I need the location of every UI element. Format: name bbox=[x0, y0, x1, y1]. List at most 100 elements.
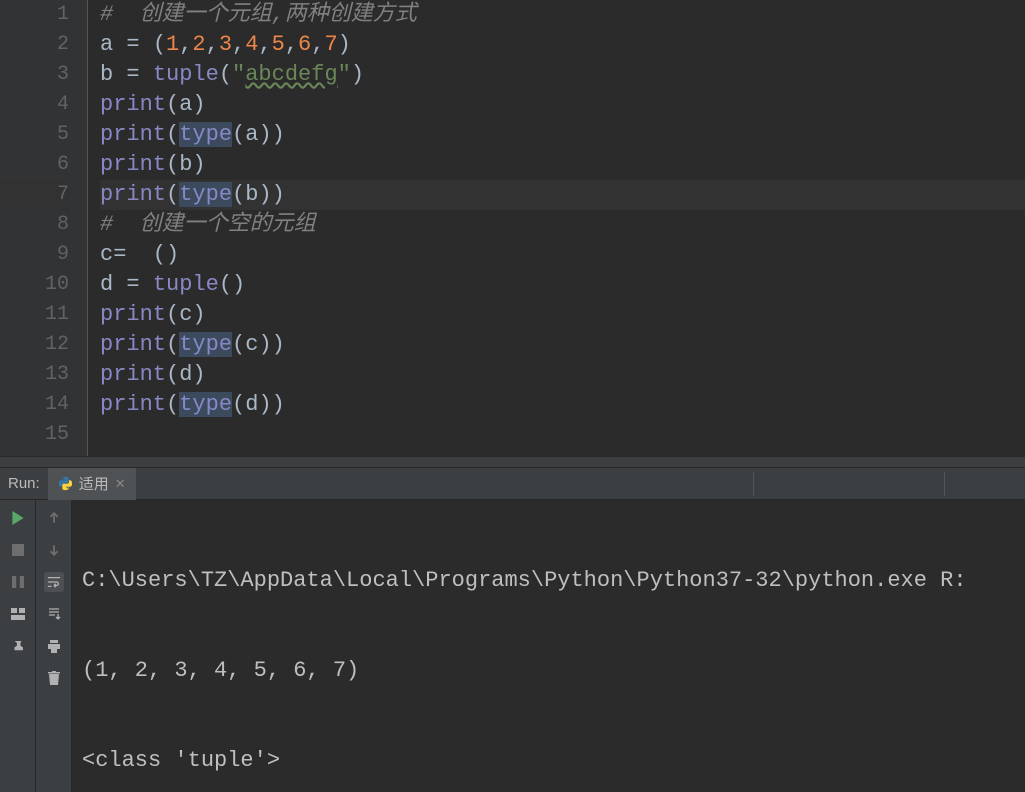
code-line-8[interactable]: # 创建一个空的元组 bbox=[100, 210, 1025, 240]
line-number: 4 bbox=[0, 90, 69, 120]
builtin-print: print bbox=[100, 362, 166, 387]
builtin-type: type bbox=[179, 392, 232, 417]
paren: ( bbox=[166, 392, 179, 417]
line-number: 6 bbox=[0, 150, 69, 180]
paren: ) bbox=[272, 392, 285, 417]
code-line-6[interactable]: print(b) bbox=[100, 150, 1025, 180]
builtin-type: type bbox=[179, 122, 232, 147]
arrow-up-icon[interactable] bbox=[44, 508, 64, 528]
code-line-15[interactable] bbox=[100, 420, 1025, 450]
comma: , bbox=[206, 32, 219, 57]
print-icon[interactable] bbox=[44, 636, 64, 656]
number: 6 bbox=[298, 32, 311, 57]
code-line-2[interactable]: a = (1,2,3,4,5,6,7) bbox=[100, 30, 1025, 60]
code-line-12[interactable]: print(type(c)) bbox=[100, 330, 1025, 360]
code-line-3[interactable]: b = tuple("abcdefg") bbox=[100, 60, 1025, 90]
code-line-5[interactable]: print(type(a)) bbox=[100, 120, 1025, 150]
line-number: 11 bbox=[0, 300, 69, 330]
paren: ) bbox=[258, 392, 271, 417]
close-icon[interactable]: ✕ bbox=[115, 476, 126, 492]
line-number: 12 bbox=[0, 330, 69, 360]
number: 5 bbox=[272, 32, 285, 57]
tab-divider bbox=[944, 472, 945, 496]
comment-text: # 创建一个元组,两种创建方式 bbox=[100, 2, 417, 27]
line-number: 10 bbox=[0, 270, 69, 300]
scroll-to-end-icon[interactable] bbox=[44, 604, 64, 624]
operator: = bbox=[113, 62, 153, 87]
run-tab-name: 适用 bbox=[79, 473, 109, 494]
paren: ) bbox=[272, 122, 285, 147]
run-panel-header: Run: 适用 ✕ bbox=[0, 468, 1025, 500]
pause-icon[interactable] bbox=[8, 572, 28, 592]
code-editor[interactable]: # 创建一个元组,两种创建方式 a = (1,2,3,4,5,6,7) b = … bbox=[88, 0, 1025, 456]
identifier: a bbox=[245, 122, 258, 147]
code-line-11[interactable]: print(c) bbox=[100, 300, 1025, 330]
code-line-7[interactable]: print(type(b)) bbox=[100, 180, 1025, 210]
number: 7 bbox=[324, 32, 337, 57]
number: 2 bbox=[192, 32, 205, 57]
console-output[interactable]: C:\Users\TZ\AppData\Local\Programs\Pytho… bbox=[72, 500, 1025, 792]
identifier: b bbox=[100, 62, 113, 87]
paren: ) bbox=[272, 182, 285, 207]
rerun-icon[interactable] bbox=[8, 508, 28, 528]
builtin-print: print bbox=[100, 392, 166, 417]
builtin-tuple: tuple bbox=[153, 62, 219, 87]
trash-icon[interactable] bbox=[44, 668, 64, 688]
comma: , bbox=[311, 32, 324, 57]
identifier: d bbox=[179, 362, 192, 387]
paren: ( bbox=[166, 152, 179, 177]
run-tab[interactable]: 适用 ✕ bbox=[48, 468, 136, 500]
code-line-1[interactable]: # 创建一个元组,两种创建方式 bbox=[100, 0, 1025, 30]
paren: ) bbox=[192, 92, 205, 117]
builtin-tuple: tuple bbox=[153, 272, 219, 297]
arrow-down-icon[interactable] bbox=[44, 540, 64, 560]
builtin-print: print bbox=[100, 122, 166, 147]
builtin-print: print bbox=[100, 182, 166, 207]
paren: ( bbox=[166, 332, 179, 357]
comma: , bbox=[258, 32, 271, 57]
paren: ) bbox=[258, 182, 271, 207]
code-line-4[interactable]: print(a) bbox=[100, 90, 1025, 120]
identifier: c bbox=[245, 332, 258, 357]
line-number: 5 bbox=[0, 120, 69, 150]
paren: ) bbox=[351, 62, 364, 87]
line-number: 15 bbox=[0, 420, 69, 450]
paren: ( bbox=[153, 32, 166, 57]
identifier: b bbox=[179, 152, 192, 177]
number: 4 bbox=[245, 32, 258, 57]
identifier: c bbox=[179, 302, 192, 327]
code-line-10[interactable]: d = tuple() bbox=[100, 270, 1025, 300]
line-number: 1 bbox=[0, 0, 69, 30]
code-line-13[interactable]: print(d) bbox=[100, 360, 1025, 390]
code-line-14[interactable]: print(type(d)) bbox=[100, 390, 1025, 420]
paren: ) bbox=[258, 122, 271, 147]
quote: " bbox=[232, 62, 245, 87]
paren: ( bbox=[219, 272, 232, 297]
number: 3 bbox=[219, 32, 232, 57]
paren: ( bbox=[219, 62, 232, 87]
builtin-type: type bbox=[179, 332, 232, 357]
paren: ( bbox=[166, 362, 179, 387]
paren: ) bbox=[192, 362, 205, 387]
stop-icon[interactable] bbox=[8, 540, 28, 560]
paren: ( bbox=[232, 182, 245, 207]
console-toolbar-left bbox=[0, 500, 36, 792]
line-gutter: 1 2 3 4 5 6 7 8 9 10 11 12 13 14 15 bbox=[0, 0, 88, 456]
paren: ) bbox=[272, 332, 285, 357]
builtin-print: print bbox=[100, 302, 166, 327]
identifier: d bbox=[100, 272, 113, 297]
operator: = bbox=[113, 272, 153, 297]
soft-wrap-icon[interactable] bbox=[44, 572, 64, 592]
builtin-print: print bbox=[100, 152, 166, 177]
operator: = bbox=[113, 32, 153, 57]
line-number: 2 bbox=[0, 30, 69, 60]
identifier: a bbox=[100, 32, 113, 57]
layout-icon[interactable] bbox=[8, 604, 28, 624]
editor-area: 1 2 3 4 5 6 7 8 9 10 11 12 13 14 15 # 创建… bbox=[0, 0, 1025, 456]
paren: ) bbox=[338, 32, 351, 57]
paren: ( bbox=[166, 122, 179, 147]
pin-icon[interactable] bbox=[8, 636, 28, 656]
code-line-9[interactable]: c= () bbox=[100, 240, 1025, 270]
panel-resize-handle[interactable] bbox=[0, 456, 1025, 468]
run-label: Run: bbox=[0, 475, 48, 492]
